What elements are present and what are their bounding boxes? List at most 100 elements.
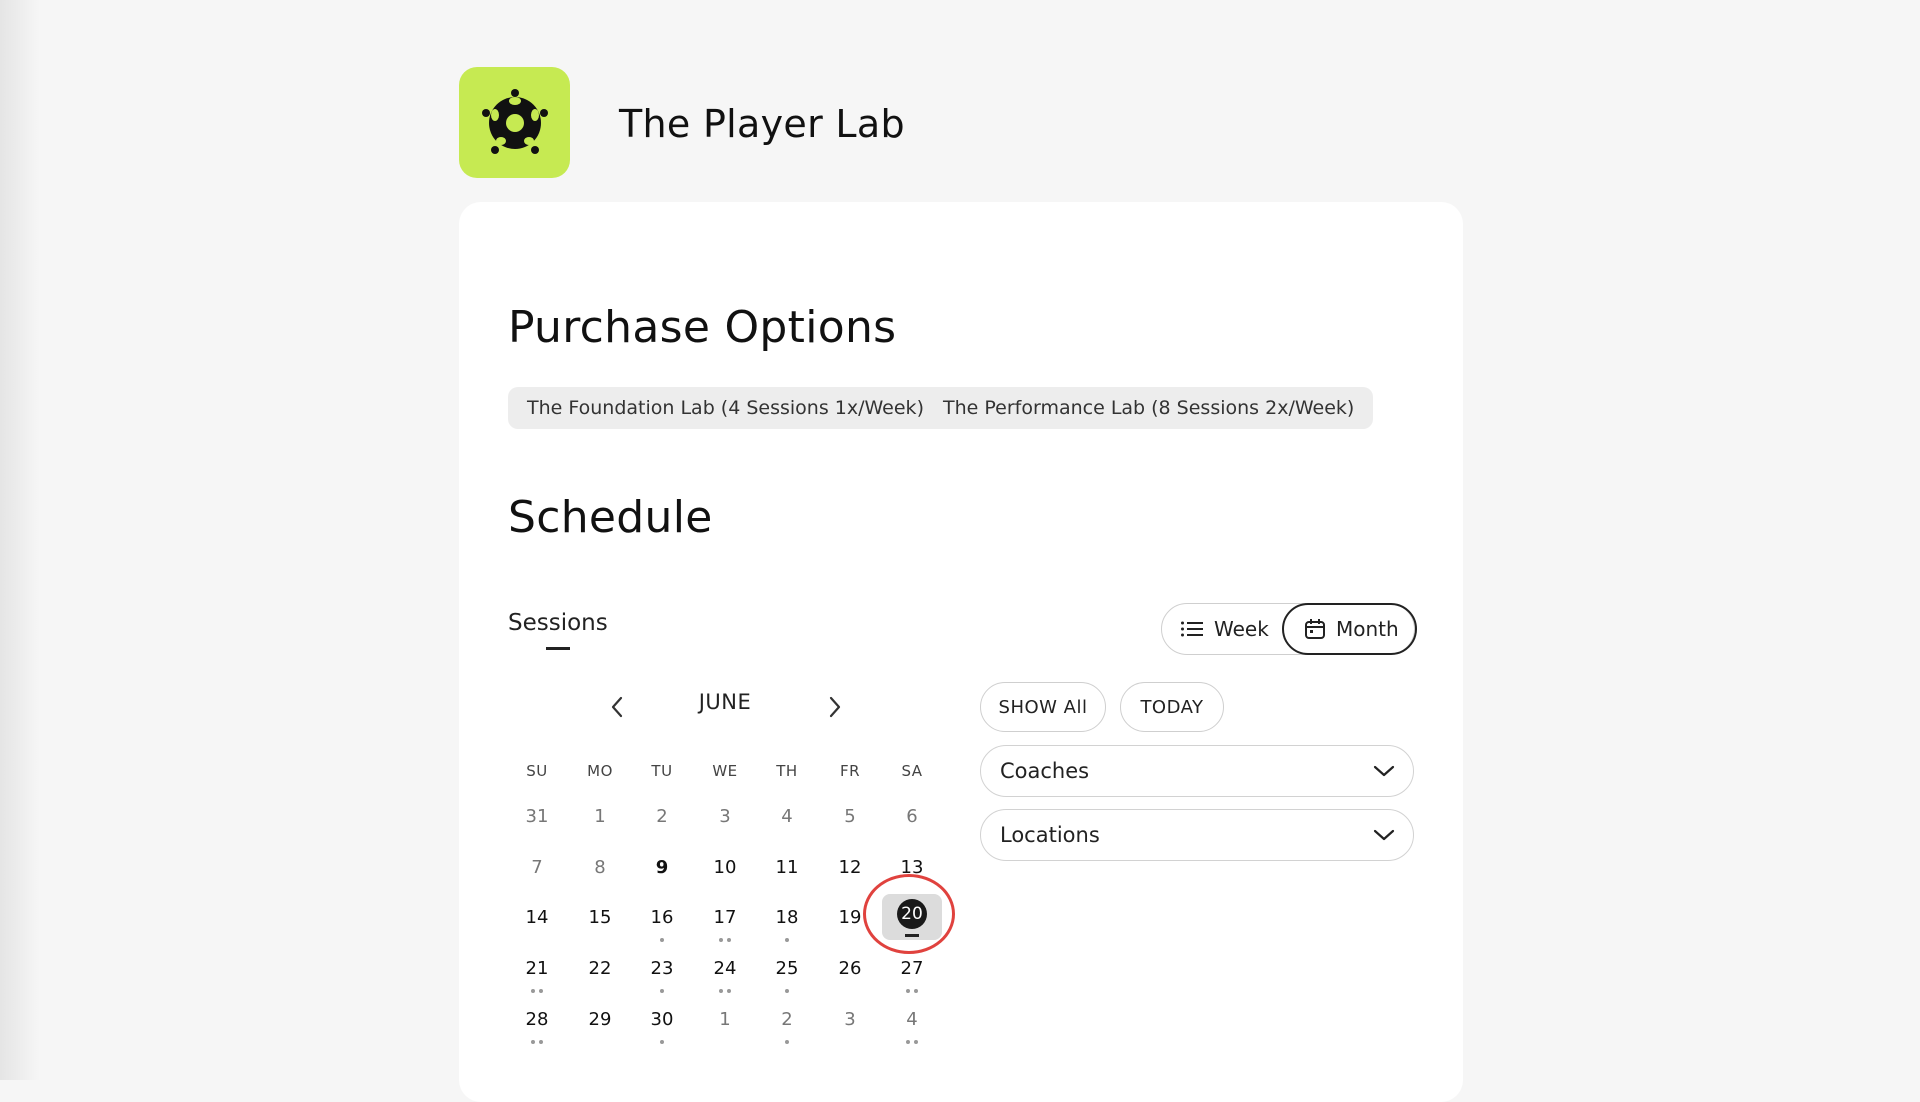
calendar-day[interactable]: 14 — [512, 906, 562, 956]
calendar-day-number: 31 — [525, 806, 549, 827]
coaches-select[interactable]: Coaches — [980, 745, 1414, 797]
calendar-day-number: 10 — [713, 857, 737, 878]
session-dot — [785, 938, 789, 942]
locations-select-label: Locations — [1000, 823, 1100, 847]
session-dots — [637, 1037, 687, 1044]
purchase-option-performance[interactable]: The Performance Lab (8 Sessions 2x/Week) — [924, 387, 1374, 429]
calendar-day[interactable]: 18 — [762, 906, 812, 956]
calendar-day[interactable]: 27 — [887, 957, 937, 1007]
session-dot — [719, 989, 723, 993]
calendar-day-number: 29 — [588, 1009, 612, 1030]
chevron-down-icon — [1373, 829, 1395, 841]
session-dot — [785, 989, 789, 993]
sessions-tab-underline — [546, 647, 570, 650]
today-button[interactable]: TODAY — [1120, 682, 1224, 732]
session-dot — [785, 1040, 789, 1044]
calendar-day-number: 2 — [781, 1009, 793, 1030]
calendar-day-number: 7 — [531, 857, 543, 878]
session-dots — [700, 935, 750, 942]
month-view-label: Month — [1336, 616, 1399, 641]
calendar-day-number: 30 — [650, 1009, 674, 1030]
month-label: JUNE — [698, 690, 752, 714]
session-dots — [512, 1037, 562, 1044]
session-dot — [727, 989, 731, 993]
session-dot — [719, 938, 723, 942]
calendar-day-number: 24 — [713, 958, 737, 979]
calendar-day[interactable]: 29 — [575, 1008, 625, 1058]
calendar-day[interactable]: 21 — [512, 957, 562, 1007]
calendar-day[interactable]: 3 — [825, 1008, 875, 1058]
calendar-day-number: 3 — [719, 806, 731, 827]
calendar-day[interactable]: 3 — [700, 805, 750, 855]
calendar-day-number: 22 — [588, 958, 612, 979]
schedule-title: Schedule — [508, 492, 713, 543]
calendar-day-number: 8 — [594, 857, 606, 878]
calendar-day[interactable]: 15 — [575, 906, 625, 956]
calendar-day-number: 18 — [775, 907, 799, 928]
calendar-day[interactable]: 1 — [700, 1008, 750, 1058]
calendar-day-number: 23 — [650, 958, 674, 979]
calendar-day-number: 17 — [713, 907, 737, 928]
month-view-button[interactable]: Month — [1282, 602, 1417, 655]
calendar-day[interactable]: 2 — [762, 1008, 812, 1058]
calendar-day[interactable]: 30 — [637, 1008, 687, 1058]
calendar-day-number: 27 — [900, 958, 924, 979]
calendar-day[interactable]: 31 — [512, 805, 562, 855]
calendar-day[interactable]: 28 — [512, 1008, 562, 1058]
left-edge-shadow — [0, 0, 40, 1080]
week-view-button[interactable]: Week — [1180, 603, 1269, 655]
calendar-day-number: 12 — [838, 857, 862, 878]
calendar-day[interactable]: 7 — [512, 856, 562, 906]
weekday-tu: TU — [651, 762, 673, 780]
calendar-day-number: 9 — [655, 857, 669, 878]
prev-month-button[interactable] — [602, 692, 632, 722]
calendar-day[interactable]: 17 — [700, 906, 750, 956]
coaches-select-label: Coaches — [1000, 759, 1090, 783]
session-dots — [512, 986, 562, 993]
calendar-day[interactable]: 10 — [700, 856, 750, 906]
list-icon — [1181, 621, 1203, 636]
calendar-day-number: 2 — [656, 806, 668, 827]
calendar-day[interactable]: 26 — [825, 957, 875, 1007]
calendar-day-number: 15 — [588, 907, 612, 928]
session-dot — [531, 1040, 535, 1044]
calendar-day[interactable]: 22 — [575, 957, 625, 1007]
calendar-day[interactable]: 25 — [762, 957, 812, 1007]
session-dot — [906, 989, 910, 993]
session-dot — [539, 1040, 543, 1044]
calendar-day[interactable]: 23 — [637, 957, 687, 1007]
calendar-day-number: 11 — [775, 857, 799, 878]
calendar-day[interactable]: 9 — [637, 856, 687, 906]
calendar-day[interactable]: 4 — [887, 1008, 937, 1058]
calendar-day[interactable]: 16 — [637, 906, 687, 956]
session-dot — [539, 989, 543, 993]
locations-select[interactable]: Locations — [980, 809, 1414, 861]
session-dot — [727, 938, 731, 942]
calendar-day-number: 28 — [525, 1009, 549, 1030]
calendar-day[interactable]: 8 — [575, 856, 625, 906]
calendar-day-number: 3 — [844, 1009, 856, 1030]
show-all-button[interactable]: SHOW All — [980, 682, 1106, 732]
calendar-day[interactable]: 4 — [762, 805, 812, 855]
session-dot — [906, 1040, 910, 1044]
weekday-mo: MO — [587, 762, 613, 780]
soccer-ball-icon — [481, 88, 548, 154]
purchase-option-foundation[interactable]: The Foundation Lab (4 Sessions 1x/Week) — [508, 387, 943, 429]
next-month-button[interactable] — [820, 692, 850, 722]
calendar-day[interactable]: 11 — [762, 856, 812, 906]
session-dots — [762, 1037, 812, 1044]
weekday-su: SU — [526, 762, 548, 780]
weekday-we: WE — [712, 762, 738, 780]
week-view-label: Week — [1214, 616, 1269, 641]
sessions-tab[interactable]: Sessions — [508, 610, 608, 650]
calendar-day-number: 5 — [844, 806, 856, 827]
view-toggle: Week Month — [1161, 602, 1417, 655]
calendar-day[interactable]: 6 — [887, 805, 937, 855]
calendar-day[interactable]: 24 — [700, 957, 750, 1007]
calendar-day[interactable]: 1 — [575, 805, 625, 855]
calendar-day[interactable]: 5 — [825, 805, 875, 855]
session-dot — [660, 938, 664, 942]
session-dot — [531, 989, 535, 993]
session-dots — [762, 935, 812, 942]
calendar-day[interactable]: 2 — [637, 805, 687, 855]
